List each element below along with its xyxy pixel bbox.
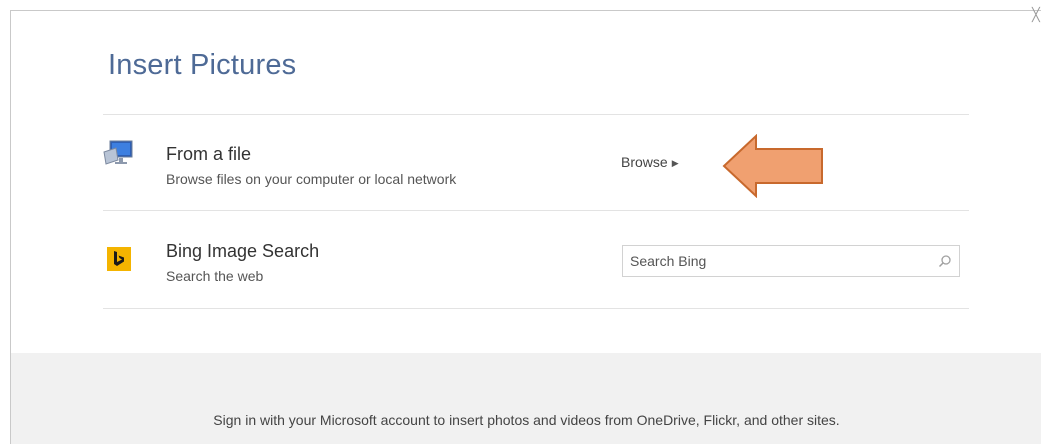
sign-in-footer: Sign in with your Microsoft account to i… (11, 353, 1041, 444)
from-file-subtitle: Browse files on your computer or local n… (166, 171, 457, 187)
divider (103, 210, 969, 211)
dialog-title: Insert Pictures (108, 49, 297, 81)
search-icon[interactable] (938, 254, 952, 273)
arrow-left-icon (722, 133, 826, 203)
browse-label: Browse (621, 154, 668, 170)
divider (103, 308, 969, 309)
sign-in-message: Sign in with your Microsoft account to i… (213, 412, 840, 428)
bing-search-input[interactable] (623, 246, 930, 276)
bing-search-subtitle: Search the web (166, 268, 264, 284)
computer-icon (102, 138, 136, 173)
divider (103, 114, 969, 115)
from-file-title: From a file (166, 144, 252, 164)
caret-right-icon: ▶ (671, 158, 679, 168)
bing-search-title: Bing Image Search (166, 241, 320, 261)
bing-search-box (622, 245, 960, 277)
insert-pictures-dialog: ╳ Insert Pictures From a file Browse fil… (10, 7, 1041, 444)
bing-logo-icon (107, 247, 131, 276)
browse-button[interactable]: Browse ▶ (621, 154, 679, 170)
close-icon[interactable]: ╳ (1032, 7, 1040, 23)
